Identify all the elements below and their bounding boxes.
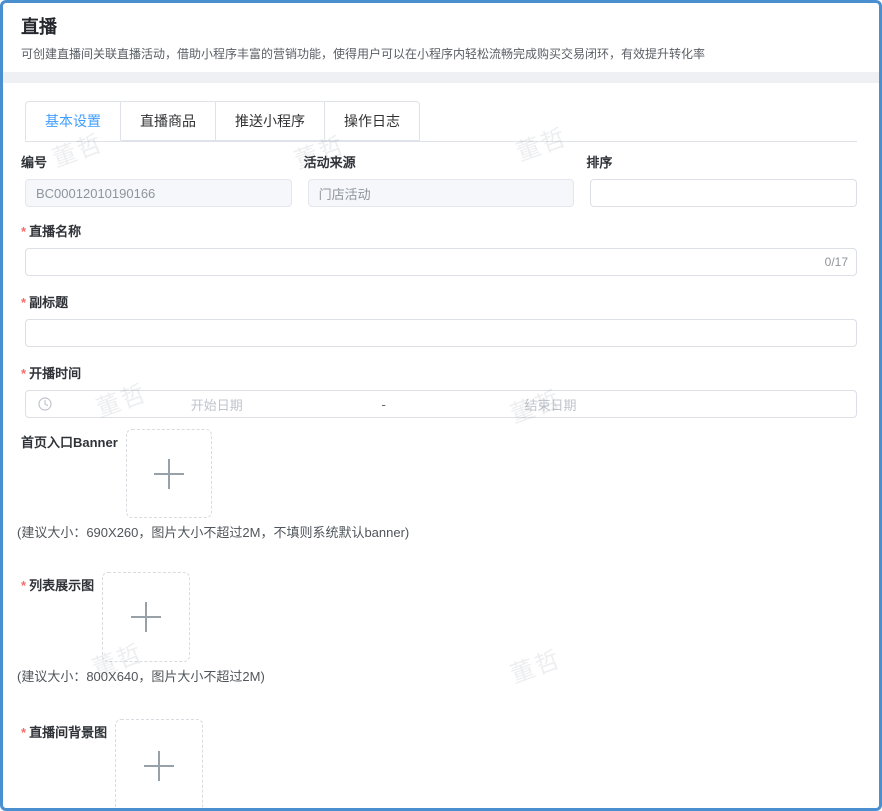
subtitle-field: 副标题: [21, 295, 857, 347]
required-asterisk: [21, 295, 26, 310]
required-asterisk: [21, 366, 26, 381]
char-counter: 0/17: [820, 255, 848, 269]
banner-label: 首页入口Banner: [21, 435, 118, 450]
source-field: 活动来源: [304, 156, 575, 207]
required-asterisk: [21, 224, 26, 239]
plus-icon: [131, 602, 162, 632]
code-field: 编号: [21, 156, 292, 207]
start-date-placeholder: 开始日期: [190, 397, 243, 413]
page-header: 直播 可创建直播间关联直播活动，借助小程序丰富的营销功能，使得用户可以在小程序内…: [3, 3, 879, 63]
live-name-field: 直播名称 0/17: [21, 224, 857, 276]
sort-field: 排序: [586, 156, 858, 207]
bg-image-upload[interactable]: [115, 719, 204, 808]
subtitle-label: 副标题: [29, 295, 69, 310]
page-title: 直播: [21, 17, 57, 37]
list-image-label: 列表展示图: [29, 578, 95, 593]
bg-image-label: 直播间背景图: [29, 725, 108, 740]
live-name-input[interactable]: [25, 248, 857, 276]
subtitle-input[interactable]: [25, 319, 857, 347]
date-range-picker[interactable]: 开始日期 - 结束日期: [25, 390, 857, 418]
required-asterisk: [21, 578, 26, 593]
form-row-top: 编号 活动来源 排序: [21, 156, 858, 207]
bg-image-field: 直播间背景图: [21, 719, 857, 808]
range-separator: -: [381, 396, 386, 412]
list-image-field: 列表展示图: [21, 572, 857, 662]
plus-icon: [144, 750, 175, 781]
sort-input[interactable]: [590, 179, 858, 207]
code-label: 编号: [21, 155, 48, 170]
tab-live-products[interactable]: 直播商品: [121, 101, 216, 141]
tab-basic-settings[interactable]: 基本设置: [25, 101, 121, 141]
page-description: 可创建直播间关联直播活动，借助小程序丰富的营销功能，使得用户可以在小程序内轻松流…: [21, 47, 706, 61]
start-time-label: 开播时间: [29, 366, 82, 381]
banner-field: 首页入口Banner: [21, 429, 857, 518]
basic-settings-form: 编号 活动来源 排序 直播名称 0/17 副标题: [3, 142, 879, 808]
tab-bar: 基本设置 直播商品 推送小程序 操作日志: [25, 101, 857, 142]
code-input: [25, 179, 292, 207]
plus-icon: [153, 458, 184, 489]
list-image-hint: (建议大小：800X640，图片大小不超过2M): [17, 669, 265, 684]
sort-label: 排序: [586, 155, 613, 170]
live-name-label: 直播名称: [29, 224, 82, 239]
banner-hint: (建议大小：690X260，图片大小不超过2M，不填则系统默认banner): [17, 525, 410, 540]
end-date-placeholder: 结束日期: [524, 397, 577, 413]
start-time-field: 开播时间 开始日期 - 结束日期: [21, 366, 857, 418]
source-input: [307, 179, 575, 207]
section-divider: [3, 72, 879, 83]
source-label: 活动来源: [303, 155, 356, 170]
list-image-upload[interactable]: [102, 572, 191, 662]
required-asterisk: [21, 725, 26, 740]
tab-operation-log[interactable]: 操作日志: [325, 101, 420, 141]
banner-upload[interactable]: [125, 429, 212, 518]
clock-icon: [38, 397, 52, 411]
live-stream-settings-page: 直播 可创建直播间关联直播活动，借助小程序丰富的营销功能，使得用户可以在小程序内…: [0, 0, 882, 811]
tab-push-miniprogram[interactable]: 推送小程序: [216, 101, 325, 141]
